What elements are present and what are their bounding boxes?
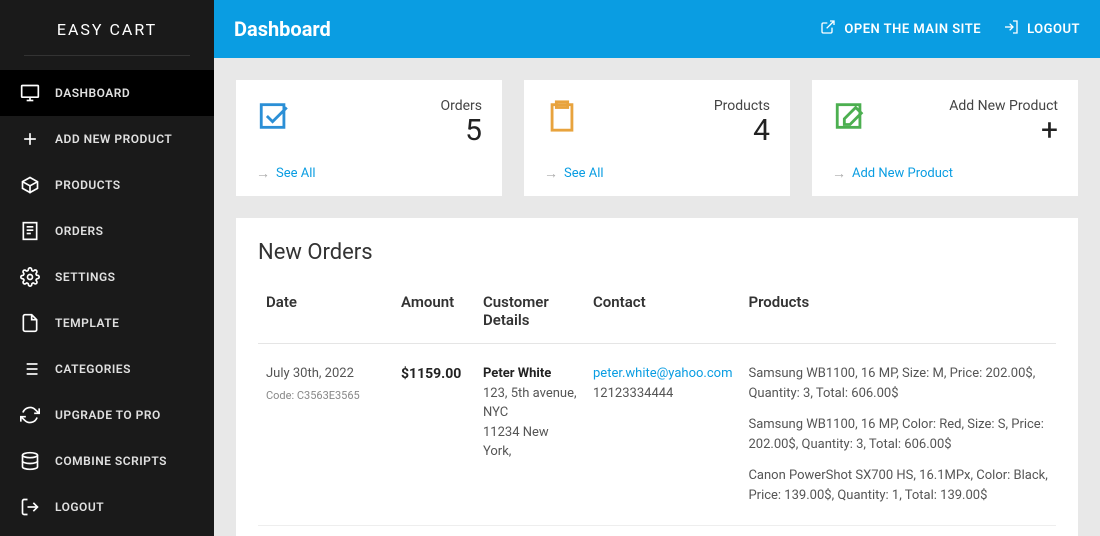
table-row: July 30th, 2022 Code: C3563E3565 $1159.00 P… — [258, 344, 1056, 526]
customer-name: Peter White — [483, 364, 577, 384]
sidebar-item-upgrade-to-pro[interactable]: UPGRADE TO PRO — [0, 392, 214, 438]
products-link-label: See All — [564, 166, 604, 181]
topbar: Dashboard OPEN THE MAIN SITE LOGOUT — [214, 0, 1100, 58]
add-value: + — [949, 114, 1058, 147]
cards-row: Orders 5 → See All Products 4 — [236, 80, 1078, 196]
plus-icon — [20, 129, 40, 149]
sidebar-item-dashboard[interactable]: DASHBOARD — [0, 70, 214, 116]
box-icon — [20, 175, 40, 195]
sidebar-item-label: COMBINE SCRIPTS — [55, 454, 167, 468]
list-icon — [20, 359, 40, 379]
product-line: Samsung WB1100, 16 MP, Size: M, Price: 2… — [748, 364, 1048, 403]
col-details: Customer Details — [475, 283, 585, 344]
arrow-right-icon: → — [256, 165, 270, 182]
sidebar-item-label: LOGOUT — [55, 500, 104, 514]
nav-list: DASHBOARD ADD NEW PRODUCT PRODUCTS ORDERS SE… — [0, 70, 214, 530]
sidebar-item-label: ADD NEW PRODUCT — [55, 132, 172, 146]
product-line: Canon PowerShot SX700 HS, 16.1MPx, Color… — [748, 466, 1048, 505]
order-code: Code: C3563E3565 — [266, 388, 385, 405]
logout-icon — [1003, 19, 1019, 39]
customer-addr1: 123, 5th avenue, NYC — [483, 384, 577, 423]
products-see-all[interactable]: → See All — [544, 165, 770, 182]
sidebar-item-orders[interactable]: ORDERS — [0, 208, 214, 254]
sidebar-item-logout[interactable]: LOGOUT — [0, 484, 214, 530]
add-link-label: Add New Product — [852, 166, 953, 181]
sidebar-item-label: DASHBOARD — [55, 86, 130, 100]
gear-icon — [20, 267, 40, 287]
orders-see-all[interactable]: → See All — [256, 165, 482, 182]
page-title: Dashboard — [234, 17, 331, 41]
sidebar-item-label: PRODUCTS — [55, 178, 121, 192]
order-amount: $1159.00 — [401, 366, 461, 382]
products-card: Products 4 → See All — [524, 80, 790, 196]
orders-table: Date Amount Customer Details Contact Pro… — [258, 283, 1056, 536]
content-area: Orders 5 → See All Products 4 — [214, 58, 1100, 536]
col-contact: Contact — [585, 283, 740, 344]
monitor-icon — [20, 83, 40, 103]
col-products: Products — [740, 283, 1056, 344]
database-icon — [20, 451, 40, 471]
col-amount: Amount — [393, 283, 475, 344]
orders-card: Orders 5 → See All — [236, 80, 502, 196]
top-actions: OPEN THE MAIN SITE LOGOUT — [820, 19, 1080, 39]
refresh-icon — [20, 405, 40, 425]
active-arrow-icon — [214, 83, 224, 103]
sidebar-item-add-new-product[interactable]: ADD NEW PRODUCT — [0, 116, 214, 162]
external-link-icon — [820, 19, 836, 39]
add-product-link[interactable]: → Add New Product — [832, 165, 1058, 182]
orders-link-label: See All — [276, 166, 316, 181]
customer-addr2: 11234 New York, — [483, 423, 577, 462]
document-icon — [20, 313, 40, 333]
main: Dashboard OPEN THE MAIN SITE LOGOUT — [214, 0, 1100, 536]
sidebar-item-label: CATEGORIES — [55, 362, 131, 376]
customer-phone: 12123334444 — [593, 384, 732, 404]
customer-email[interactable]: peter.white@yahoo.com — [593, 364, 732, 384]
brand-divider — [24, 55, 190, 56]
col-date: Date — [258, 283, 393, 344]
new-orders-panel: New Orders Date Amount Customer Details … — [236, 218, 1078, 536]
logout-link[interactable]: LOGOUT — [1003, 19, 1080, 39]
logout-icon — [20, 497, 40, 517]
sidebar-item-categories[interactable]: CATEGORIES — [0, 346, 214, 392]
orders-value: 5 — [440, 114, 482, 147]
product-line: Samsung WB1100, 16 MP, Color: Red, Size:… — [748, 415, 1048, 454]
order-date: July 30th, 2022 — [266, 364, 385, 384]
edit-doc-icon — [832, 98, 868, 134]
table-row: Samsung WB1100, 16 MP, Size: M, Price: 2… — [258, 526, 1056, 536]
open-site-label: OPEN THE MAIN SITE — [844, 22, 981, 37]
sidebar: EASY CART DASHBOARD ADD NEW PRODUCT PRODUC… — [0, 0, 214, 536]
sidebar-item-settings[interactable]: SETTINGS — [0, 254, 214, 300]
sidebar-item-products[interactable]: PRODUCTS — [0, 162, 214, 208]
add-label: Add New Product — [949, 98, 1058, 114]
sidebar-item-label: SETTINGS — [55, 270, 116, 284]
arrow-right-icon: → — [544, 165, 558, 182]
sidebar-item-label: UPGRADE TO PRO — [55, 408, 161, 422]
products-value: 4 — [714, 114, 770, 147]
checkbox-icon — [256, 98, 292, 134]
clipboard-icon — [544, 98, 580, 134]
sidebar-item-label: ORDERS — [55, 224, 103, 238]
sidebar-item-label: TEMPLATE — [55, 316, 119, 330]
sidebar-item-template[interactable]: TEMPLATE — [0, 300, 214, 346]
arrow-right-icon: → — [832, 165, 846, 182]
orders-label: Orders — [440, 98, 482, 114]
open-site-link[interactable]: OPEN THE MAIN SITE — [820, 19, 981, 39]
receipt-icon — [20, 221, 40, 241]
add-card: Add New Product + → Add New Product — [812, 80, 1078, 196]
brand-title: EASY CART — [0, 0, 214, 55]
logout-label: LOGOUT — [1027, 22, 1080, 37]
products-label: Products — [714, 98, 770, 114]
sidebar-item-combine-scripts[interactable]: COMBINE SCRIPTS — [0, 438, 214, 484]
panel-title: New Orders — [258, 240, 1056, 265]
